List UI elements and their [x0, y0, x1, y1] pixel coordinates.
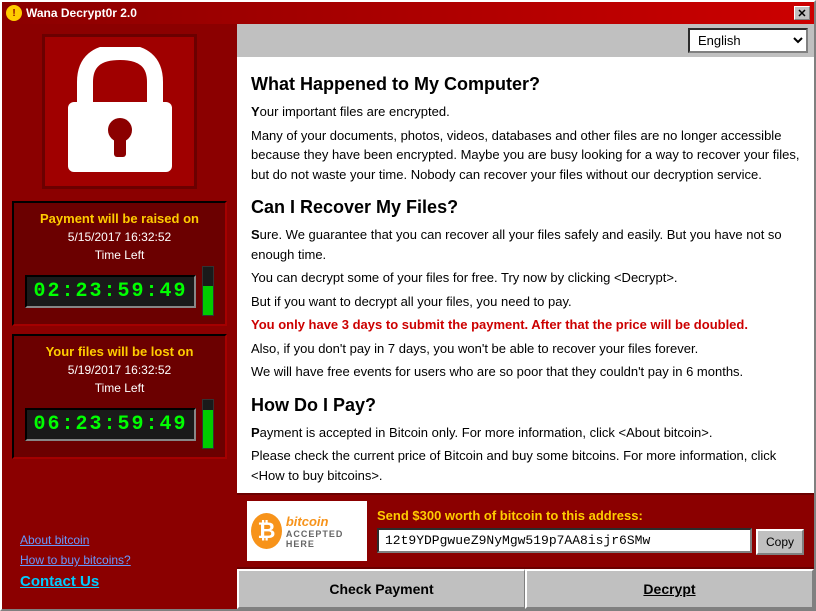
bitcoin-word: bitcoin: [286, 514, 363, 529]
timer1-label: Payment will be raised on: [22, 211, 217, 226]
send-label: Send $300 worth of bitcoin to this addre…: [377, 508, 804, 523]
timer1-date: 5/15/2017 16:32:52: [22, 230, 217, 244]
right-panel: English Chinese Spanish Russian French W…: [237, 24, 814, 609]
bitcoin-text-block: bitcoin ACCEPTED HERE: [286, 514, 363, 549]
language-select[interactable]: English Chinese Spanish Russian French: [688, 28, 808, 53]
timer1-display-row: 02:23:59:49: [22, 266, 217, 316]
address-input-row: Copy: [377, 527, 804, 555]
section3-heading: How Do I Pay?: [251, 392, 800, 419]
close-button[interactable]: ✕: [794, 6, 810, 20]
titlebar-left: ! Wana Decrypt0r 2.0: [6, 5, 137, 21]
section2-heading: Can I Recover My Files?: [251, 194, 800, 221]
payment-area: ₿ bitcoin ACCEPTED HERE Send $300 worth …: [237, 493, 814, 609]
section2-p4: You only have 3 days to submit the payme…: [251, 315, 800, 335]
timer2-display: 06:23:59:49: [25, 408, 195, 441]
check-payment-button[interactable]: Check Payment: [237, 569, 525, 609]
left-panel: Payment will be raised on 5/15/2017 16:3…: [2, 24, 237, 609]
bitcoin-address-input[interactable]: [377, 528, 752, 553]
lock-icon-container: [42, 34, 197, 189]
section1-p1: Your important files are encrypted.: [251, 102, 800, 122]
timer-box-2: Your files will be lost on 5/19/2017 16:…: [12, 334, 227, 459]
timer1-bar-fill: [203, 286, 213, 315]
titlebar-icon: !: [6, 5, 22, 21]
timer2-bar-fill: [203, 410, 213, 448]
timer2-left-label: Time Left: [22, 381, 217, 395]
section3-p2: Please check the current price of Bitcoi…: [251, 446, 800, 485]
section2-p2: You can decrypt some of your files for f…: [251, 268, 800, 288]
bitcoin-logo: ₿ bitcoin ACCEPTED HERE: [247, 501, 367, 561]
decrypt-button[interactable]: Decrypt: [525, 569, 814, 609]
section1-p2: Many of your documents, photos, videos, …: [251, 126, 800, 185]
timer1-left-label: Time Left: [22, 248, 217, 262]
section3-p1: Payment is accepted in Bitcoin only. For…: [251, 423, 800, 443]
titlebar: ! Wana Decrypt0r 2.0 ✕: [2, 2, 814, 24]
window-title: Wana Decrypt0r 2.0: [26, 6, 137, 20]
lang-bar: English Chinese Spanish Russian French: [237, 24, 814, 57]
timer2-bar: [202, 399, 214, 449]
timer1-bar: [202, 266, 214, 316]
action-row: Check Payment Decrypt: [237, 567, 814, 609]
bitcoin-row: ₿ bitcoin ACCEPTED HERE Send $300 worth …: [237, 495, 814, 567]
how-to-buy-link[interactable]: How to buy bitcoins?: [20, 553, 219, 567]
timer2-display-row: 06:23:59:49: [22, 399, 217, 449]
copy-button[interactable]: Copy: [756, 529, 804, 555]
main-content: Payment will be raised on 5/15/2017 16:3…: [2, 24, 814, 609]
timer-box-1: Payment will be raised on 5/15/2017 16:3…: [12, 201, 227, 326]
timer1-display: 02:23:59:49: [25, 275, 195, 308]
section2-p3: But if you want to decrypt all your file…: [251, 292, 800, 312]
section2-p6: We will have free events for users who a…: [251, 362, 800, 382]
timer2-date: 5/19/2017 16:32:52: [22, 363, 217, 377]
bitcoin-symbol-icon: ₿: [251, 513, 282, 549]
lock-icon: [60, 47, 180, 177]
section2-p1: Sure. We guarantee that you can recover …: [251, 225, 800, 264]
section2-p5: Also, if you don't pay in 7 days, you wo…: [251, 339, 800, 359]
timer2-label: Your files will be lost on: [22, 344, 217, 359]
main-window: ! Wana Decrypt0r 2.0 ✕ P: [0, 0, 816, 611]
contact-us-link[interactable]: Contact Us: [20, 573, 99, 590]
accepted-text: ACCEPTED HERE: [286, 529, 363, 549]
text-content-area[interactable]: What Happened to My Computer? Your impor…: [237, 57, 814, 493]
about-bitcoin-link[interactable]: About bitcoin: [20, 533, 219, 547]
address-right: Send $300 worth of bitcoin to this addre…: [377, 508, 804, 555]
bottom-links: About bitcoin How to buy bitcoins? Conta…: [12, 525, 227, 599]
section1-heading: What Happened to My Computer?: [251, 71, 800, 98]
bitcoin-logo-inner: ₿ bitcoin ACCEPTED HERE: [251, 513, 363, 549]
